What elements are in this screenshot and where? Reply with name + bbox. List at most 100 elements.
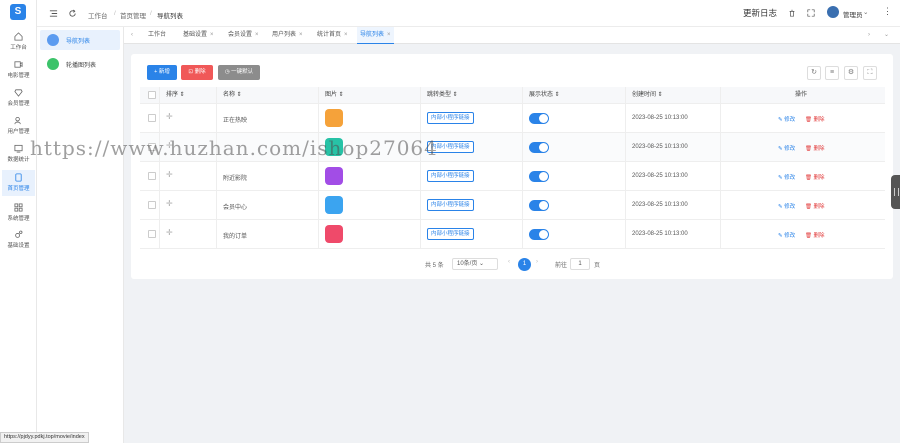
edit-button[interactable]: ✎ 修改 — [778, 144, 795, 152]
row-created-time: 2023-08-25 10:13:00 — [632, 115, 688, 121]
drag-handle-icon[interactable]: ✛ — [166, 112, 173, 121]
goto-page-input[interactable]: 1 — [570, 258, 590, 270]
fullscreen-icon[interactable] — [807, 9, 815, 17]
column-header-image[interactable]: 图片 ⇕ — [325, 87, 344, 104]
jump-type-tag: 内部小程序链接 — [427, 228, 474, 240]
display-status-switch[interactable] — [529, 142, 549, 153]
more-vertical-icon[interactable]: ⋮ — [883, 6, 892, 17]
column-header-created[interactable]: 创建时间 ⇕ — [632, 87, 663, 104]
drag-handle-icon[interactable]: ✛ — [166, 228, 173, 237]
trash-icon: 🗑 — [805, 204, 814, 210]
table-density-icon[interactable]: ≡ — [825, 66, 839, 80]
column-header-jump-type[interactable]: 跳转类型 ⇕ — [427, 87, 458, 104]
submenu-item-banner-list[interactable]: 轮播图列表 — [40, 54, 120, 74]
select-all-checkbox[interactable] — [148, 91, 156, 99]
pagination-total: 共 5 条 — [425, 263, 444, 269]
row-checkbox[interactable] — [148, 201, 156, 209]
tab-user-list[interactable]: 用户列表 × — [269, 27, 306, 44]
delete-row-button[interactable]: 🗑 删除 — [805, 231, 825, 239]
rail-item-users[interactable]: 用户管理 — [2, 116, 35, 138]
edit-button[interactable]: ✎ 修改 — [778, 202, 795, 210]
display-status-switch[interactable] — [529, 229, 549, 240]
table-fullscreen-icon[interactable]: ⛶ — [863, 66, 877, 80]
delete-row-button[interactable]: 🗑 删除 — [805, 202, 825, 210]
trash-icon[interactable] — [788, 9, 796, 17]
watermark-text: https://www.huzhan.com/ishop27064 — [30, 136, 438, 160]
row-image — [325, 109, 343, 127]
app-logo[interactable]: S — [10, 4, 26, 20]
column-divider — [216, 87, 217, 249]
row-checkbox[interactable] — [148, 114, 156, 122]
prev-page-icon[interactable]: ‹ — [508, 259, 510, 265]
column-header-name[interactable]: 名称 ⇕ — [223, 87, 242, 104]
drag-handle-icon[interactable]: ✛ — [166, 170, 173, 179]
rail-item-system[interactable]: 系统管理 — [2, 203, 35, 225]
add-button[interactable]: + 新增 — [147, 65, 177, 80]
breadcrumb-section[interactable]: 首页管理 — [120, 10, 146, 20]
tab-nav-list[interactable]: 导航列表 × — [357, 27, 394, 44]
row-checkbox[interactable] — [148, 230, 156, 238]
set-default-button[interactable]: ◷ 一键默认 — [218, 65, 260, 80]
chevron-down-icon: ⌄ — [479, 261, 485, 267]
display-status-switch[interactable] — [529, 200, 549, 211]
page-number-current[interactable]: 1 — [518, 258, 531, 271]
column-header-display-status[interactable]: 展示状态 ⇕ — [529, 87, 560, 104]
tabs-prev-icon[interactable]: ‹ — [128, 27, 136, 44]
rail-item-movies[interactable]: 电影管理 — [2, 60, 35, 82]
close-icon[interactable]: × — [344, 32, 348, 38]
tab-strip: ‹ 工作台 基础设置 × 会员设置 × 用户列表 × 统计首页 × 导航列表 × › ⌄ — [124, 27, 900, 44]
page-size-select[interactable]: 10条/页 ⌄ — [452, 258, 498, 270]
chevron-down-icon[interactable]: ⌄ — [863, 8, 868, 16]
side-drawer-handle[interactable] — [891, 175, 900, 209]
submenu-item-nav-list[interactable]: 导航列表 — [40, 30, 120, 50]
rail-item-home-mgmt[interactable]: 首页管理 — [2, 170, 35, 196]
close-icon[interactable]: × — [255, 32, 259, 38]
chart-icon — [14, 144, 23, 153]
row-created-time: 2023-08-25 10:13:00 — [632, 231, 688, 237]
column-divider — [420, 87, 421, 249]
row-checkbox[interactable] — [148, 172, 156, 180]
tab-member-settings[interactable]: 会员设置 × — [225, 27, 262, 44]
tab-basic-settings[interactable]: 基础设置 × — [180, 27, 217, 44]
tabs-dropdown-icon[interactable]: ⌄ — [881, 27, 892, 44]
status-bar-url: https://pjdyy.pdkj.top/movie/index — [0, 432, 89, 443]
edit-button[interactable]: ✎ 修改 — [778, 231, 795, 239]
delete-row-button[interactable]: 🗑 删除 — [805, 115, 825, 123]
edit-button[interactable]: ✎ 修改 — [778, 173, 795, 181]
delete-row-button[interactable]: 🗑 删除 — [805, 144, 825, 152]
column-settings-icon[interactable]: ⚙ — [844, 66, 858, 80]
trash-icon: 🗑 — [805, 117, 814, 123]
close-icon[interactable]: × — [210, 32, 214, 38]
column-divider — [720, 87, 721, 249]
changelog-link[interactable]: 更新日志 — [743, 7, 777, 19]
rail-item-workbench[interactable]: 工作台 — [2, 32, 35, 54]
user-name[interactable]: 管理员 — [843, 9, 863, 19]
tab-workbench[interactable]: 工作台 — [145, 27, 169, 44]
trash-icon: 🗑 — [805, 146, 814, 152]
column-divider — [318, 87, 319, 249]
rail-item-members[interactable]: 会员管理 — [2, 88, 35, 110]
menu-fold-icon[interactable] — [49, 9, 58, 18]
tabs-next-icon[interactable]: › — [865, 27, 873, 44]
user-avatar[interactable] — [827, 6, 839, 18]
delete-button[interactable]: ⊡ 删除 — [181, 65, 213, 80]
breadcrumb-home[interactable]: 工作台 — [88, 10, 108, 20]
tab-stats-home[interactable]: 统计首页 × — [314, 27, 351, 44]
row-name: 我的订单 — [223, 234, 248, 240]
banner-list-icon — [47, 58, 59, 70]
drag-handle-icon[interactable]: ✛ — [166, 199, 173, 208]
jump-type-tag: 内部小程序链接 — [427, 112, 474, 124]
display-status-switch[interactable] — [529, 113, 549, 124]
delete-row-button[interactable]: 🗑 删除 — [805, 173, 825, 181]
display-status-switch[interactable] — [529, 171, 549, 182]
sub-menu: 导航列表 轮播图列表 — [37, 27, 124, 443]
edit-button[interactable]: ✎ 修改 — [778, 115, 795, 123]
rail-item-basic-settings[interactable]: 基础设置 — [2, 230, 35, 252]
refresh-icon[interactable] — [68, 9, 77, 18]
next-page-icon[interactable]: › — [536, 259, 538, 265]
table-header: 排序 ⇕ 名称 ⇕ 图片 ⇕ 跳转类型 ⇕ 展示状态 ⇕ 创建时间 ⇕ 操作 — [140, 87, 885, 104]
column-header-sort[interactable]: 排序 ⇕ — [166, 87, 185, 104]
close-icon[interactable]: × — [387, 32, 391, 38]
close-icon[interactable]: × — [299, 32, 303, 38]
table-refresh-icon[interactable]: ↻ — [807, 66, 821, 80]
